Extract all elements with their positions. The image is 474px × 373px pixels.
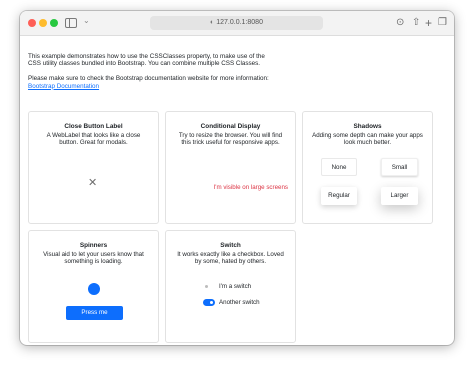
- minimize-window-icon[interactable]: [39, 19, 47, 27]
- page-info-icon: ◐: [210, 19, 215, 26]
- switch-row[interactable]: I'm a switch: [203, 282, 251, 292]
- card-shadows: Shadows Adding some depth can make your …: [302, 111, 433, 224]
- card-conditional-display: Conditional Display Try to resize the br…: [165, 111, 296, 224]
- address-text: 127.0.0.1:8080: [216, 19, 263, 26]
- switch-label: Another switch: [219, 299, 260, 306]
- close-icon[interactable]: ✕: [88, 178, 97, 189]
- card-title: Conditional Display: [200, 123, 261, 130]
- switch-knob: [205, 284, 208, 288]
- card-title: Close Button Label: [64, 123, 123, 130]
- card-close-button: Close Button Label A WebLabel that looks…: [28, 111, 159, 224]
- address-bar[interactable]: ◐ 127.0.0.1:8080: [150, 16, 323, 30]
- large-screen-label: I'm visible on large screens: [213, 184, 288, 191]
- chevron-down-icon[interactable]: ⌄: [83, 16, 90, 25]
- card-switch: Switch It works exactly like a checkbox.…: [165, 230, 296, 343]
- title-bar: ⌄ ◐ 127.0.0.1:8080 ⊙ ⇧ + ❐: [20, 11, 454, 36]
- switch-toggle-on[interactable]: [203, 298, 215, 306]
- card-title: Spinners: [79, 242, 108, 249]
- shadow-small-button[interactable]: Small: [381, 158, 418, 176]
- switch-row[interactable]: Another switch: [203, 298, 260, 308]
- browser-window: ⌄ ◐ 127.0.0.1:8080 ⊙ ⇧ + ❐ This example d…: [20, 11, 454, 345]
- card-text: It works exactly like a checkbox. Loved …: [177, 251, 284, 266]
- intro-paragraph-docs: Please make sure to check the Bootstrap …: [28, 75, 269, 83]
- sidebar-icon[interactable]: [65, 18, 77, 28]
- tab-overview-icon[interactable]: ❐: [438, 16, 447, 30]
- card-text: A WebLabel that looks like a close butto…: [46, 132, 141, 147]
- spinner: [88, 283, 100, 295]
- card-title: Switch: [220, 242, 241, 249]
- shadow-regular-button[interactable]: Regular: [321, 187, 357, 205]
- card-text: Adding some depth can make your apps loo…: [312, 132, 423, 147]
- bootstrap-docs-link[interactable]: Bootstrap Documentation: [28, 83, 99, 90]
- card-title: Shadows: [353, 123, 382, 130]
- maximize-window-icon[interactable]: [50, 19, 58, 27]
- plus-icon[interactable]: +: [425, 16, 432, 30]
- intro-paragraph: This example demonstrates how to use the…: [28, 53, 265, 68]
- download-icon[interactable]: ⊙: [396, 16, 404, 30]
- page-content: This example demonstrates how to use the…: [20, 37, 454, 345]
- shadow-none-button[interactable]: None: [321, 158, 357, 176]
- card-text: Visual aid to let your users know that s…: [43, 251, 144, 266]
- switch-label: I'm a switch: [219, 283, 252, 290]
- shadow-larger-button[interactable]: Larger: [381, 187, 418, 205]
- card-text: Try to resize the browser. You will find…: [178, 132, 283, 147]
- share-icon[interactable]: ⇧: [412, 16, 420, 30]
- switch-knob: [209, 300, 213, 305]
- press-me-button[interactable]: Press me: [66, 306, 123, 320]
- switch-toggle-off[interactable]: [203, 282, 215, 290]
- intro-text: This example demonstrates how to use the…: [28, 53, 278, 90]
- close-window-icon[interactable]: [28, 19, 36, 27]
- card-spinners: Spinners Visual aid to let your users kn…: [28, 230, 159, 343]
